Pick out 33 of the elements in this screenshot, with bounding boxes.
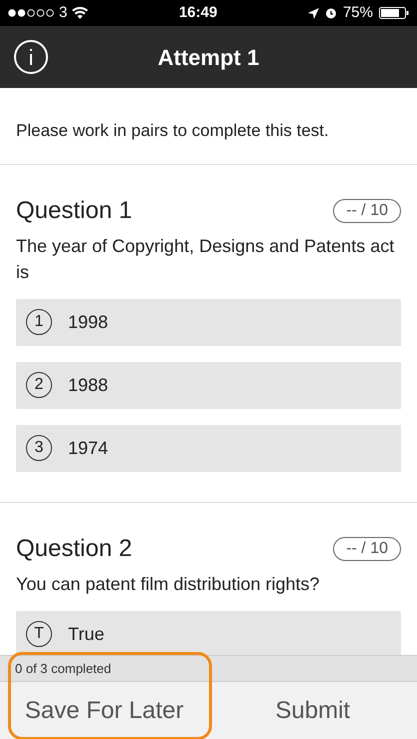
footer-button[interactable]: Submit bbox=[208, 682, 417, 739]
option-label: True bbox=[68, 622, 104, 646]
clock-time: 16:49 bbox=[178, 2, 218, 23]
option-label: 1988 bbox=[68, 374, 108, 396]
option-marker: T bbox=[26, 621, 52, 647]
answer-option[interactable]: 2 1988 bbox=[16, 362, 401, 408]
option-label: 1998 bbox=[68, 310, 108, 334]
info-button[interactable] bbox=[14, 40, 48, 74]
signal-icon bbox=[8, 9, 54, 17]
page-title: Attempt 1 bbox=[158, 44, 260, 72]
wifi-icon bbox=[72, 7, 88, 19]
score-badge: -- / 10 bbox=[333, 198, 401, 222]
score-badge: -- / 10 bbox=[333, 536, 401, 560]
battery-icon bbox=[379, 7, 409, 19]
question-text: You can patent film distribution rights? bbox=[16, 572, 321, 596]
option-label: 1974 bbox=[68, 436, 108, 460]
location-arrow-icon bbox=[308, 8, 319, 18]
instructions-text: Please work in pairs to complete this test. bbox=[0, 88, 417, 164]
question-title: Question 1 bbox=[16, 196, 132, 226]
question-title: Question 2 bbox=[16, 534, 132, 564]
option-marker: 2 bbox=[26, 372, 52, 398]
answer-option[interactable]: 1 1998 bbox=[16, 298, 401, 346]
option-marker: 3 bbox=[26, 435, 52, 461]
answer-option[interactable]: 3 1974 bbox=[16, 424, 401, 472]
answer-option[interactable]: T True bbox=[16, 610, 401, 655]
progress-text: 0 of 3 completed bbox=[0, 656, 417, 682]
question-text: The year of Copyright, Designs and Patents act is bbox=[16, 234, 396, 284]
alarm-clock-icon bbox=[324, 7, 337, 19]
carrier-label: 3 bbox=[59, 2, 68, 23]
footer-button[interactable]: Save For Later bbox=[0, 682, 208, 739]
option-marker: 1 bbox=[26, 309, 52, 335]
info-icon bbox=[29, 49, 33, 65]
battery-percentage: 75% bbox=[342, 2, 373, 23]
